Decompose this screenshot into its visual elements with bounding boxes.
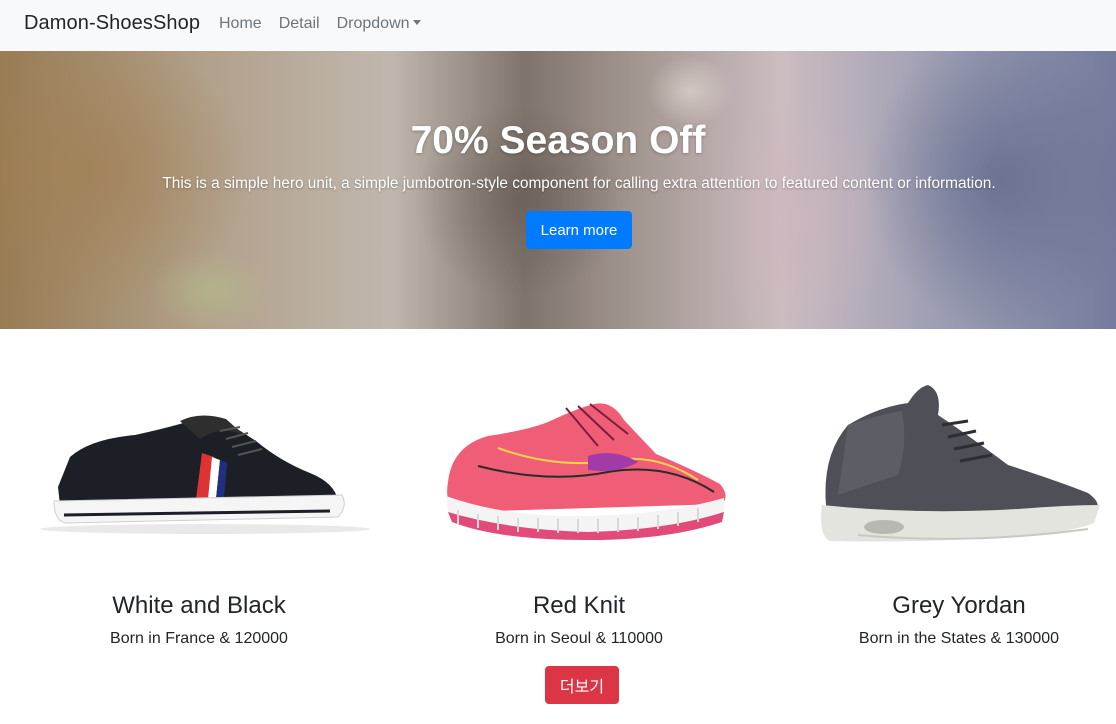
more-button[interactable]: 더보기 [545, 666, 619, 704]
product-name: White and Black [112, 592, 286, 619]
hero-banner: 70% Season Off This is a simple hero uni… [0, 51, 1116, 329]
shoe-image-white-black [40, 415, 370, 534]
shoe-image-grey-yordan [821, 385, 1100, 542]
hero-text: This is a simple hero unit, a simple jum… [162, 175, 996, 192]
hero-title: 70% Season Off [410, 119, 706, 162]
caret-down-icon [412, 20, 421, 25]
navbar: Damon-ShoesShop Home Detail Dropdown [0, 0, 1116, 51]
product-desc: Born in the States & 130000 [858, 630, 1060, 647]
brand-logo-link[interactable]: Damon-ShoesShop [24, 12, 200, 35]
shoe-image-red-knit [446, 403, 726, 540]
nav-home-link[interactable]: Home [219, 15, 262, 33]
product-name: Red Knit [532, 592, 626, 619]
nav-dropdown-toggle[interactable]: Dropdown [337, 15, 421, 33]
nav-detail-link[interactable]: Detail [279, 15, 320, 33]
nav-links: Home Detail Dropdown [219, 15, 421, 33]
product-desc: Born in Seoul & 110000 [495, 630, 663, 647]
product-name: Grey Yordan [892, 592, 1026, 619]
nav-dropdown-label: Dropdown [336, 15, 410, 32]
learn-more-button[interactable]: Learn more [526, 211, 632, 249]
product-desc: Born in France & 120000 [110, 630, 288, 647]
